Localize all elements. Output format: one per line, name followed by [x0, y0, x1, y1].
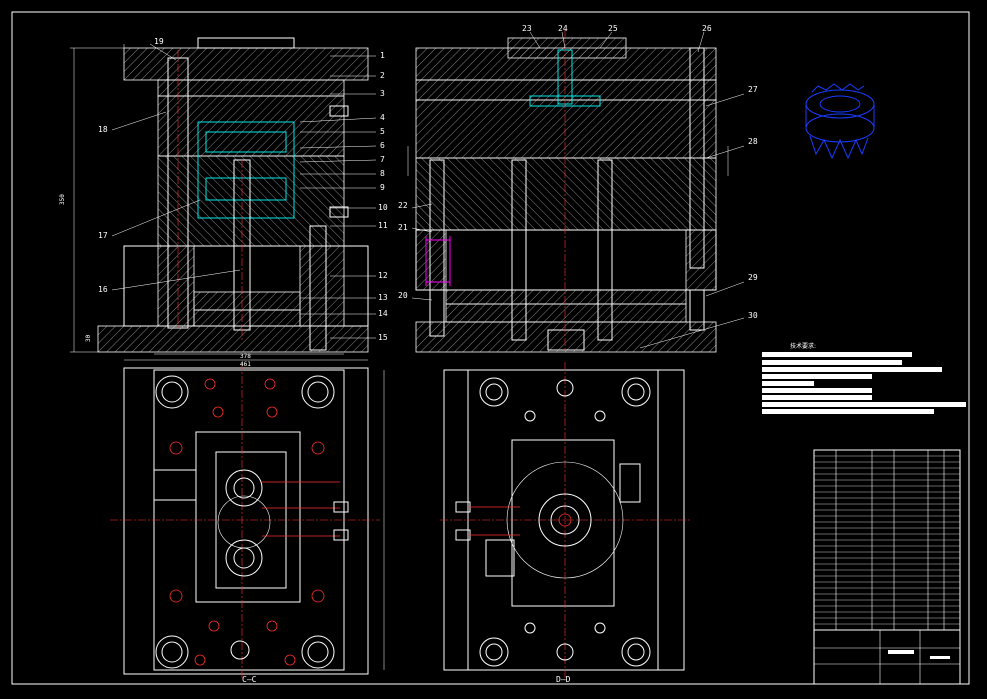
section-label-dd: D—D — [556, 675, 571, 684]
callout-6: 6 — [380, 141, 385, 150]
callout-16: 16 — [98, 285, 108, 294]
gear-3d-icon — [805, 83, 875, 160]
callout-21: 21 — [398, 223, 408, 232]
dim-base-left: 30 — [85, 334, 92, 342]
callout-27: 27 — [748, 85, 758, 94]
callout-30: 30 — [748, 311, 758, 320]
callout-12: 12 — [378, 271, 388, 280]
callout-23: 23 — [522, 24, 532, 33]
dim-height-left: 350 — [59, 194, 66, 205]
callout-17: 17 — [98, 231, 108, 240]
callout-4: 4 — [380, 113, 385, 122]
section-label-cc: C—C — [242, 675, 257, 684]
callout-8: 8 — [380, 169, 385, 178]
callout-2: 2 — [380, 71, 385, 80]
callout-24: 24 — [558, 24, 568, 33]
callout-7: 7 — [380, 155, 385, 164]
callout-20: 20 — [398, 291, 408, 300]
callout-19: 19 — [154, 37, 164, 46]
callout-10: 10 — [378, 203, 388, 212]
section-view-right — [407, 30, 729, 353]
callout-11: 11 — [378, 221, 388, 230]
callout-1: 1 — [380, 51, 385, 60]
title-block — [813, 629, 961, 685]
technical-notes-block — [762, 352, 966, 414]
callout-25: 25 — [608, 24, 618, 33]
callout-15: 15 — [378, 333, 388, 342]
callout-18: 18 — [98, 125, 108, 134]
cad-drawing-canvas[interactable]: 350 30 19 18 17 16 1 2 3 4 5 6 7 8 9 10 … — [0, 0, 987, 699]
callout-5: 5 — [380, 127, 385, 136]
callout-3: 3 — [380, 89, 385, 98]
callout-22: 22 — [398, 201, 408, 210]
callout-13: 13 — [378, 293, 388, 302]
plan-view-cc — [110, 353, 385, 680]
notes-title: 技术要求: — [790, 342, 816, 350]
callout-14: 14 — [378, 309, 388, 318]
callout-29: 29 — [748, 273, 758, 282]
callout-26: 26 — [702, 24, 712, 33]
callout-28: 28 — [748, 137, 758, 146]
plan-view-dd — [440, 362, 690, 680]
dim-width-bottom2: 461 — [240, 361, 251, 368]
dim-width-bottom: 378 — [240, 353, 251, 360]
section-view-left — [70, 37, 369, 353]
callout-9: 9 — [380, 183, 385, 192]
